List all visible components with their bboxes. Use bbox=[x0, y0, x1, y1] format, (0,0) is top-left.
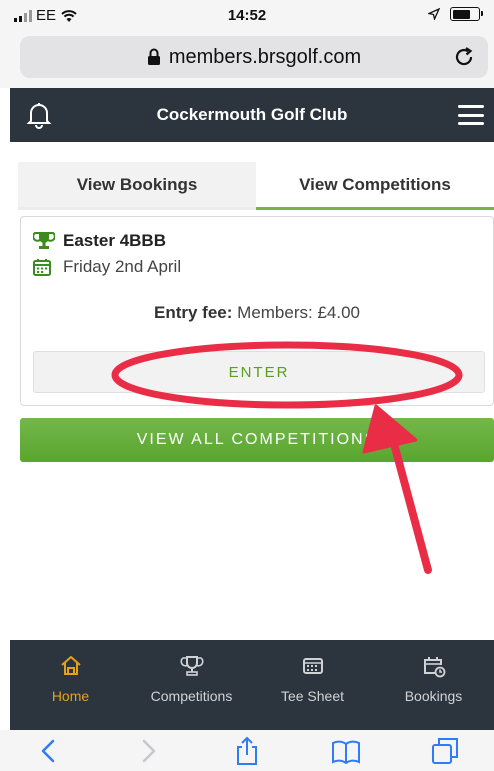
address-bar[interactable]: members.brsgolf.com bbox=[20, 36, 488, 78]
enter-button[interactable]: ENTER bbox=[33, 351, 485, 393]
competition-title-row: Easter 4BBB bbox=[33, 231, 166, 251]
calendar-icon bbox=[33, 259, 51, 276]
competition-date-row: Friday 2nd April bbox=[33, 257, 181, 277]
trophy-icon bbox=[33, 232, 55, 249]
tab-view-bookings[interactable]: View Bookings bbox=[18, 162, 256, 210]
reload-icon[interactable] bbox=[452, 45, 476, 69]
tee-sheet-icon bbox=[302, 658, 323, 674]
status-bar: EE 14:52 bbox=[0, 0, 494, 30]
tab-view-competitions[interactable]: View Competitions bbox=[256, 162, 494, 210]
nav-home[interactable]: Home bbox=[10, 640, 131, 730]
entry-fee: Entry fee: Members: £4.00 bbox=[21, 303, 493, 323]
clock: 14:52 bbox=[227, 7, 267, 24]
competition-name: Easter 4BBB bbox=[63, 231, 166, 250]
battery-icon bbox=[450, 7, 483, 21]
browser-address-area: members.brsgolf.com bbox=[0, 30, 494, 88]
menu-icon[interactable] bbox=[458, 105, 484, 125]
share-icon[interactable] bbox=[232, 736, 262, 766]
tabs-icon[interactable] bbox=[430, 736, 460, 766]
competition-card: Easter 4BBB Friday 2nd April Entry fee: … bbox=[20, 216, 494, 406]
trophy-icon bbox=[179, 656, 204, 676]
club-title: Cockermouth Golf Club bbox=[156, 105, 348, 124]
nav-tee-sheet-label: Tee Sheet bbox=[280, 688, 345, 704]
lock-icon bbox=[147, 48, 160, 65]
back-icon[interactable] bbox=[34, 736, 64, 766]
calendar-clock-icon bbox=[423, 657, 445, 678]
nav-home-label: Home bbox=[51, 688, 90, 704]
url-text: members.brsgolf.com bbox=[168, 45, 362, 68]
browser-toolbar bbox=[0, 730, 494, 771]
app-header: Cockermouth Golf Club bbox=[10, 88, 494, 142]
booking-tabs: View Bookings View Competitions bbox=[18, 162, 494, 210]
forward-icon[interactable] bbox=[133, 736, 163, 766]
nav-tee-sheet[interactable]: Tee Sheet bbox=[252, 640, 373, 730]
view-all-competitions-button[interactable]: VIEW ALL COMPETITIONS bbox=[20, 418, 494, 462]
entry-fee-value: Members: £4.00 bbox=[237, 303, 360, 322]
bookmarks-icon[interactable] bbox=[331, 736, 361, 766]
home-icon bbox=[60, 656, 81, 675]
bottom-navigation: Home Competitions Tee Sheet Bookings bbox=[10, 640, 494, 730]
nav-competitions-label: Competitions bbox=[150, 688, 233, 704]
nav-bookings-label: Bookings bbox=[404, 688, 463, 704]
entry-fee-label: Entry fee: bbox=[154, 303, 233, 322]
location-arrow-icon bbox=[428, 8, 440, 20]
nav-competitions[interactable]: Competitions bbox=[131, 640, 252, 730]
competition-date: Friday 2nd April bbox=[63, 257, 182, 276]
nav-bookings[interactable]: Bookings bbox=[373, 640, 494, 730]
